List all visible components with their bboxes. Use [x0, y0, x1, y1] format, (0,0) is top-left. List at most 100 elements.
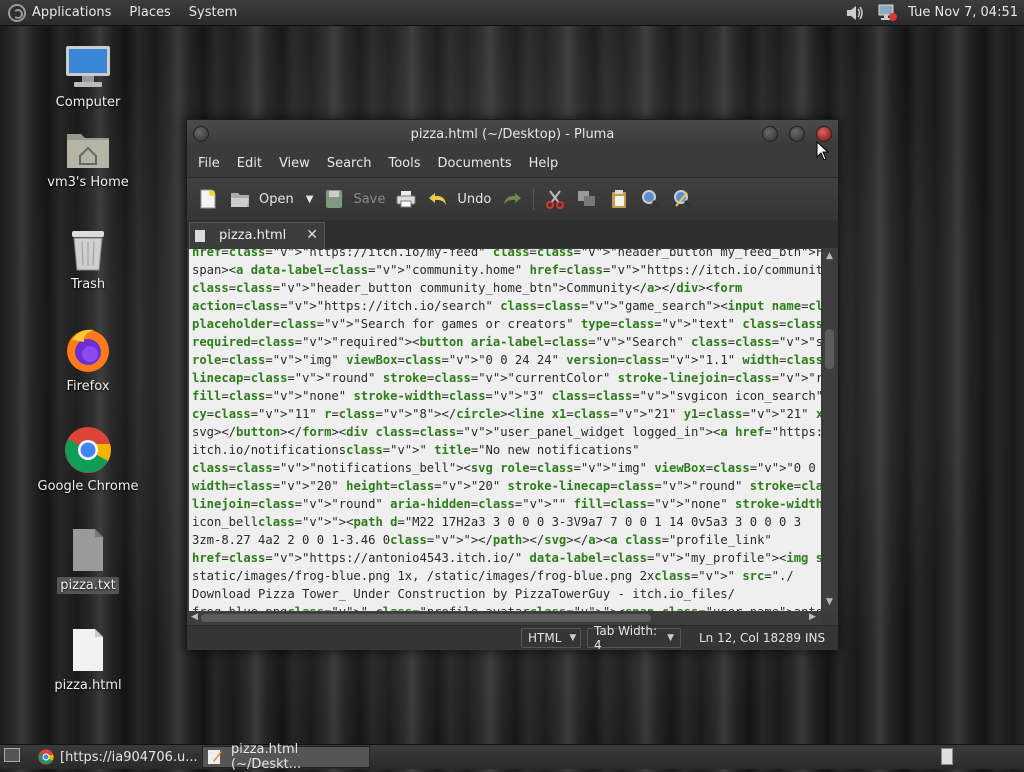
open-folder-icon	[229, 189, 251, 209]
desktop-icon-home[interactable]: vm3's Home	[28, 128, 148, 191]
desktop-icon-label: pizza.html	[54, 678, 122, 693]
window-title: pizza.html (~/Desktop) - Pluma	[410, 127, 615, 142]
menu-applications[interactable]: Applications	[32, 5, 111, 20]
scissors-icon	[544, 189, 566, 209]
menu-file[interactable]: File	[198, 156, 220, 171]
document-icon	[195, 229, 205, 242]
minimize-button[interactable]	[762, 126, 778, 142]
code-line: icon_bellclass="v">"><path d="	[192, 515, 413, 529]
system-tray: Tue Nov 7, 04:51	[844, 0, 1018, 25]
vertical-scroll-thumb[interactable]	[825, 329, 834, 369]
menu-places[interactable]: Places	[129, 5, 170, 20]
mouse-cursor-icon	[816, 141, 830, 161]
task-pluma[interactable]: pizza.html (~/Deskt...	[202, 742, 370, 772]
pluma-window: pizza.html (~/Desktop) - Pluma File Edit…	[186, 119, 839, 652]
vertical-scrollbar[interactable]: ▲ ▼	[823, 249, 836, 611]
code-line: required=class="v">"required"	[192, 335, 405, 349]
code-line: static/images/frog-blue.png 1x, /static/…	[192, 569, 780, 583]
code-view: href=class="v">"https://itch.io/my-feed"…	[192, 249, 821, 611]
menubar: File Edit View Search Tools Documents He…	[187, 150, 838, 176]
desktop-icon-label: Google Chrome	[37, 479, 139, 494]
desktop-icon-label: Computer	[55, 95, 121, 110]
volume-icon[interactable]	[844, 4, 866, 22]
desktop-icon-computer[interactable]: Computer	[28, 44, 148, 111]
desktop-icon-label: pizza.txt	[57, 577, 119, 594]
horizontal-scroll-thumb[interactable]	[201, 614, 651, 622]
menu-search[interactable]: Search	[327, 156, 372, 171]
undo-button[interactable]: Undo	[427, 184, 491, 214]
code-line: class=class="v">"header_button community…	[192, 281, 559, 295]
desktop-icon-pizza-html[interactable]: pizza.html	[28, 627, 148, 694]
desktop-icon-trash[interactable]: Trash	[28, 228, 148, 293]
tab-width-selector[interactable]: Tab Width: 4 ▼	[587, 624, 681, 652]
code-line: linecap=class="v">"round"	[192, 371, 376, 385]
menu-system[interactable]: System	[189, 5, 237, 20]
code-line: href=class="v">"https://antonio4543.itch…	[192, 551, 523, 565]
find-button[interactable]	[640, 184, 662, 214]
save-button[interactable]: Save	[323, 184, 385, 214]
window-titlebar[interactable]: pizza.html (~/Desktop) - Pluma	[187, 120, 838, 150]
text-editor[interactable]: href=class="v">"https://itch.io/my-feed"…	[189, 249, 821, 611]
scroll-left-icon[interactable]: ◀	[191, 612, 198, 622]
close-button[interactable]	[816, 126, 832, 142]
code-line: 3zm-8.27 4a2 2 0 0 1-3.46 0class="v">"><…	[192, 533, 677, 547]
clock[interactable]: Tue Nov 7, 04:51	[908, 5, 1018, 20]
scroll-right-icon[interactable]: ▶	[809, 612, 816, 622]
desktop-icon-label: Firefox	[66, 379, 110, 394]
new-document-icon	[197, 189, 219, 209]
menu-documents[interactable]: Documents	[438, 156, 512, 171]
pluma-icon	[207, 749, 223, 765]
open-button[interactable]: Open ▼	[229, 184, 313, 214]
code-line: action=class="v">"https://itch.io/search…	[192, 299, 493, 313]
trash-icon	[68, 228, 108, 272]
redo-button[interactable]	[501, 184, 523, 214]
print-icon	[395, 189, 417, 209]
copy-button[interactable]	[576, 184, 598, 214]
paste-button[interactable]	[608, 184, 630, 214]
language-selector[interactable]: HTML ▼	[521, 628, 581, 648]
copy-icon	[576, 189, 598, 209]
menu-edit[interactable]: Edit	[237, 156, 262, 171]
toolbar: Open ▼ Save Undo	[187, 177, 838, 220]
replace-button[interactable]	[672, 184, 694, 214]
scroll-up-icon[interactable]: ▲	[826, 251, 833, 261]
print-button[interactable]	[395, 184, 417, 214]
bottom-panel: [https://ia904706.u... pizza.html (~/Des…	[0, 742, 1024, 772]
code-line: linejoin=class="v">"round"	[192, 497, 383, 511]
desktop-icon-firefox[interactable]: Firefox	[28, 326, 148, 395]
desktop-icon-label: Trash	[70, 277, 106, 292]
desktop-icon-chrome[interactable]: Google Chrome	[28, 426, 148, 495]
top-panel: Applications Places System Tue Nov 7, 04…	[0, 0, 1024, 26]
menu-help[interactable]: Help	[529, 156, 559, 171]
task-chrome[interactable]: [https://ia904706.u...	[34, 746, 200, 768]
menu-view[interactable]: View	[279, 156, 310, 171]
code-line: class=class="v">"notifications_bell"	[192, 461, 457, 475]
open-recent-arrow-icon[interactable]: ▼	[306, 194, 314, 205]
undo-icon	[427, 189, 449, 209]
text-file-icon	[70, 527, 106, 573]
save-icon	[323, 189, 345, 209]
code-line: placeholder=class="v">"Search for games …	[192, 317, 574, 331]
mate-logo-icon[interactable]	[8, 3, 26, 22]
statusbar: HTML ▼ Tab Width: 4 ▼ Ln 12, Col 18289 I…	[187, 624, 838, 652]
tab-pizza-html[interactable]: pizza.html ✕	[189, 222, 325, 248]
new-button[interactable]	[197, 184, 219, 214]
desktop-icon-pizza-txt[interactable]: pizza.txt	[28, 527, 148, 594]
maximize-button[interactable]	[789, 126, 805, 142]
chrome-icon	[38, 749, 54, 765]
desktop-icon-label: vm3's Home	[47, 175, 129, 190]
scroll-down-icon[interactable]: ▼	[826, 597, 833, 607]
code-line: cy=class="v">"11"	[192, 407, 317, 421]
code-line: svg></button></form><div class=class="v"…	[192, 425, 706, 439]
cut-button[interactable]	[544, 184, 566, 214]
search-icon	[640, 189, 662, 209]
show-desktop-icon[interactable]	[4, 748, 20, 762]
network-icon[interactable]	[876, 4, 898, 22]
tab-close-icon[interactable]: ✕	[306, 227, 318, 243]
menu-tools[interactable]: Tools	[388, 156, 420, 171]
chevron-down-icon: ▼	[667, 633, 674, 643]
trash-applet-icon[interactable]	[941, 748, 953, 765]
code-line: role=class="v">"img"	[192, 353, 339, 367]
computer-icon	[64, 44, 112, 90]
horizontal-scrollbar[interactable]: ◀ ▶	[189, 611, 821, 625]
